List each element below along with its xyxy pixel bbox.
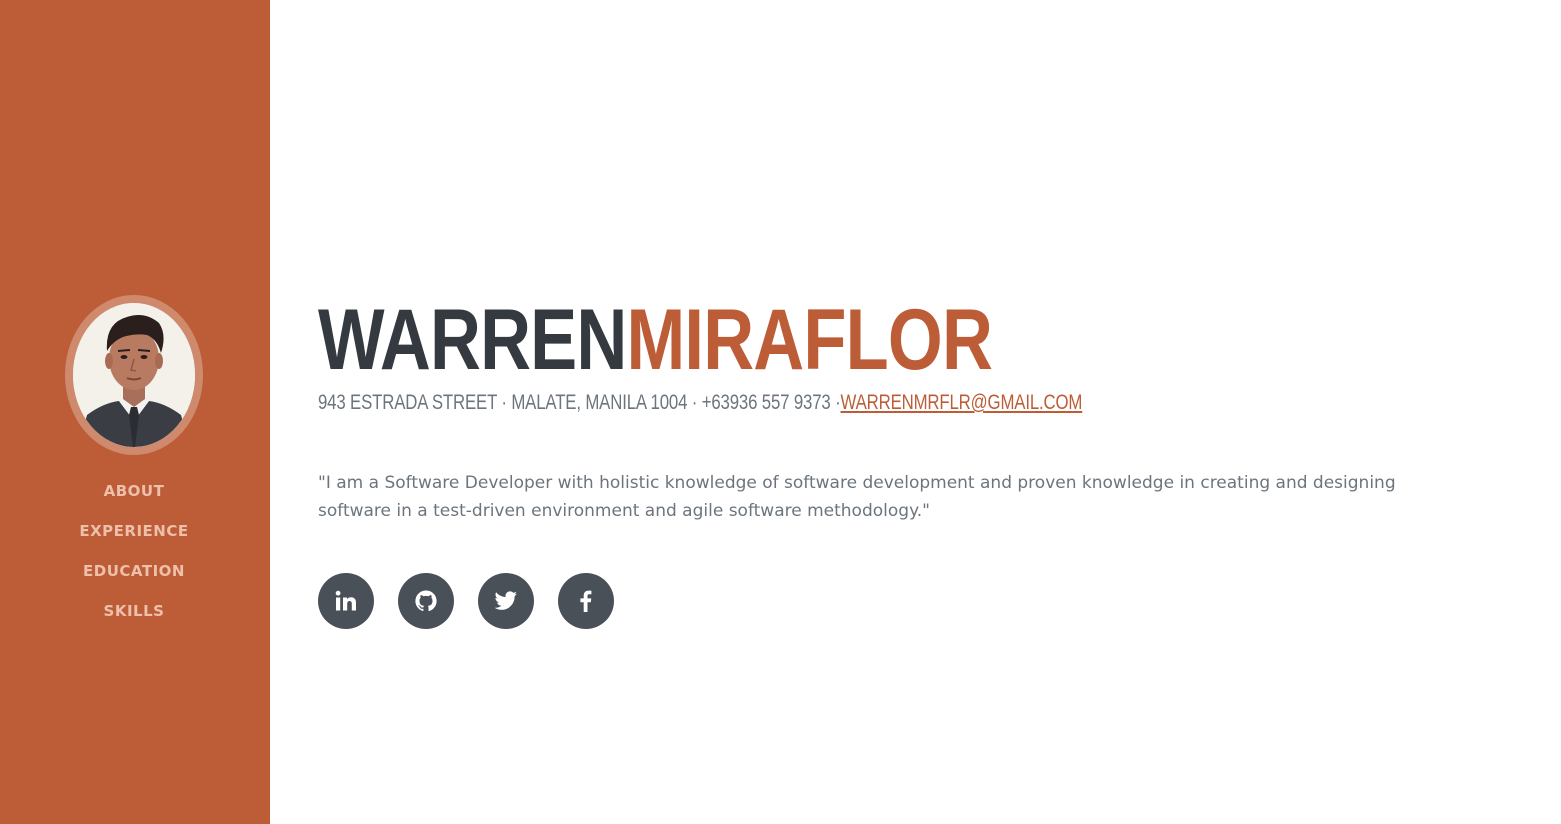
profile-avatar[interactable] xyxy=(65,295,203,455)
linkedin-button[interactable] xyxy=(318,573,374,629)
sidebar: ABOUT EXPERIENCE EDUCATION SKILLS xyxy=(0,0,270,824)
nav-link-education[interactable]: EDUCATION xyxy=(83,562,185,580)
nav-link-experience[interactable]: EXPERIENCE xyxy=(79,522,188,540)
facebook-button[interactable] xyxy=(558,573,614,629)
nav-item-experience: EXPERIENCE xyxy=(0,518,268,558)
facebook-icon xyxy=(574,589,598,613)
github-button[interactable] xyxy=(398,573,454,629)
page-title: WARRENMIRAFLOR xyxy=(318,290,993,390)
github-icon xyxy=(414,589,438,613)
social-icons xyxy=(318,573,614,629)
nav-item-skills: SKILLS xyxy=(0,598,268,638)
last-name: MIRAFLOR xyxy=(626,292,993,388)
avatar-photo xyxy=(73,303,195,447)
nav-item-education: EDUCATION xyxy=(0,558,268,598)
sidebar-nav: ABOUT EXPERIENCE EDUCATION SKILLS xyxy=(0,478,268,638)
twitter-icon xyxy=(493,589,519,613)
nav-item-about: ABOUT xyxy=(0,478,268,518)
first-name: WARREN xyxy=(318,292,627,388)
twitter-button[interactable] xyxy=(478,573,534,629)
contact-address: 943 ESTRADA STREET · MALATE, MANILA 1004… xyxy=(318,391,841,414)
nav-link-skills[interactable]: SKILLS xyxy=(104,602,165,620)
linkedin-icon xyxy=(334,589,358,613)
nav-link-about[interactable]: ABOUT xyxy=(104,482,165,500)
email-link[interactable]: WARRENMRFLR@GMAIL.COM xyxy=(841,391,1083,414)
bio-text: "I am a Software Developer with holistic… xyxy=(318,473,1396,521)
contact-line: 943 ESTRADA STREET · MALATE, MANILA 1004… xyxy=(318,390,1082,416)
